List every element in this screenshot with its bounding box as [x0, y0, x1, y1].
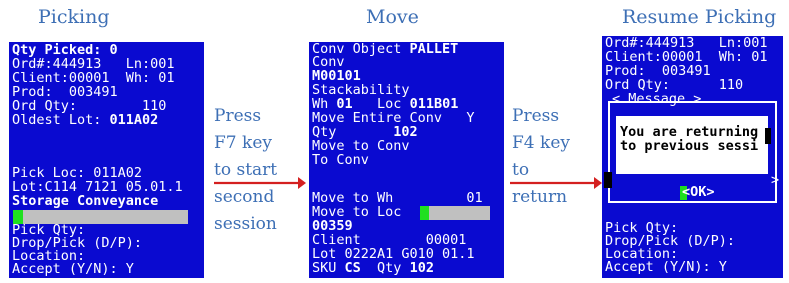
- right-arrow-indicator: >: [771, 172, 780, 188]
- accept: Accept (Y/N): Y: [605, 259, 727, 275]
- resume-picking-caption: Resume Picking: [622, 6, 777, 28]
- move-screen: Conv Object PALLET Conv M00101 Stackabil…: [309, 42, 504, 278]
- message-title: < Message >: [612, 91, 702, 107]
- oldest-lot-value: 011A02: [109, 112, 159, 128]
- instruction-press-f4: Press F4 key to return: [512, 103, 570, 211]
- picking-screen: Qty Picked: 0 Ord#:444913 Ln:001 Client:…: [9, 42, 204, 278]
- storage-conveyance: Storage Conveyance: [12, 193, 159, 209]
- move-to-loc-input[interactable]: [429, 206, 490, 220]
- sku-label: SKU: [312, 260, 345, 276]
- ok-button[interactable]: <OK>: [682, 185, 722, 200]
- instruction-line: F7 key: [214, 133, 272, 153]
- scroll-left-indicator: [604, 172, 612, 188]
- instruction-line: F4 key: [512, 133, 570, 153]
- resume-picking-screen: Ord#:444913 Ln:001 Client:00001 Wh: 01 P…: [602, 36, 783, 278]
- sku-qty-label: Qty: [360, 260, 410, 276]
- picking-caption: Picking: [38, 6, 110, 28]
- arrow-right-icon: [510, 177, 602, 189]
- sku-qty-value: 102: [409, 260, 434, 276]
- message-text-line: You are returning: [620, 124, 759, 140]
- oldest-lot-label: Oldest Lot:: [12, 112, 110, 128]
- to-conv: To Conv: [312, 152, 369, 168]
- instruction-press-f7: Press F7 key to start second session: [214, 103, 278, 238]
- accept: Accept (Y/N): Y: [12, 261, 134, 277]
- message-text-line: to previous sessi: [620, 138, 759, 154]
- conv-object-value: PALLET: [409, 42, 459, 57]
- sku-value: CS: [344, 260, 361, 276]
- sku-qty: SKU CS Qty 102: [312, 260, 501, 276]
- scroll-right-indicator: [765, 128, 771, 144]
- input-cursor: [420, 206, 429, 220]
- instruction-line: Press: [512, 106, 560, 126]
- move-caption: Move: [366, 6, 419, 28]
- arrow-right-icon: [214, 177, 306, 189]
- instruction-line: Press: [214, 106, 262, 126]
- instruction-line: session: [214, 214, 277, 234]
- oldest-lot: Oldest Lot: 011A02: [12, 112, 201, 128]
